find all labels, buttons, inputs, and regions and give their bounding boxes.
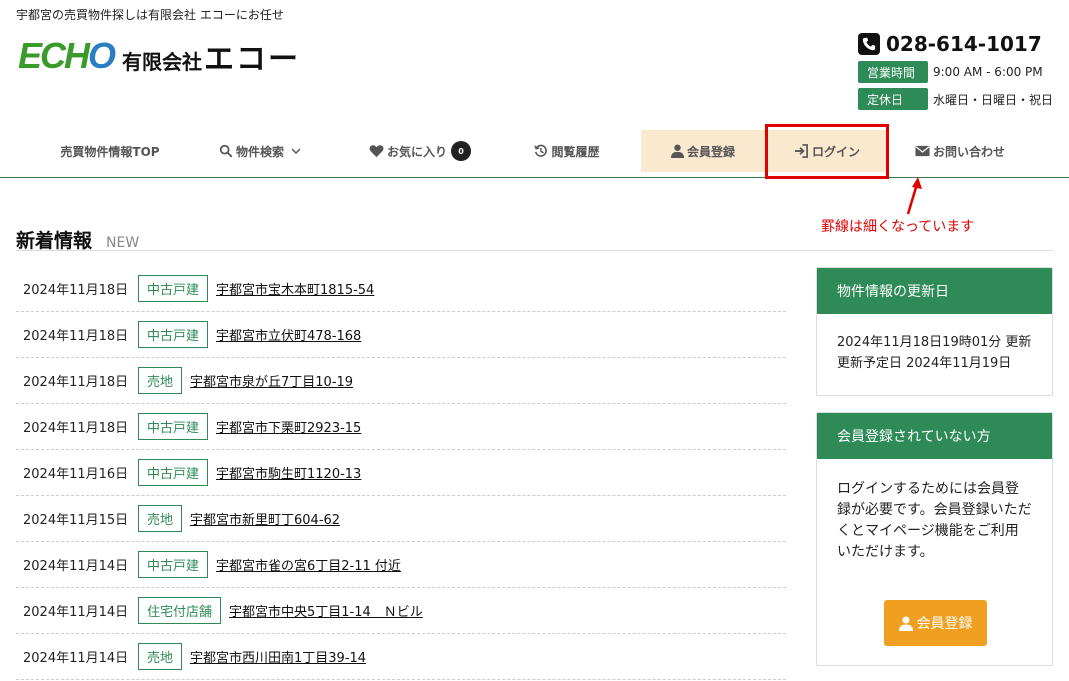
news-link[interactable]: 宇都宮市新里町丁604-62 bbox=[190, 509, 340, 528]
annotation-arrow-icon bbox=[906, 177, 922, 215]
member-info-box: 会員登録されていない方 ログインするためには会員登録が必要です。会員登録いただく… bbox=[816, 412, 1053, 666]
logo-company-type: 有限会社 bbox=[122, 50, 203, 74]
news-link[interactable]: 宇都宮市下栗町2923-15 bbox=[216, 417, 361, 436]
favorites-count-badge: 0 bbox=[451, 141, 471, 161]
news-category-tag: 中古戸建 bbox=[138, 321, 209, 348]
contact-info: 028-614-1017 営業時間 9:00 AM - 6:00 PM 定休日 … bbox=[858, 32, 1058, 110]
chevron-down-icon bbox=[291, 148, 301, 155]
news-category-tag: 中古戸建 bbox=[138, 413, 209, 440]
main-nav: 売買物件情報TOP 物件検索 お気に入り 0 閲覧履歴 会員登録 ログイン お問… bbox=[0, 130, 1069, 178]
news-category-tag: 売地 bbox=[138, 643, 183, 670]
history-icon bbox=[534, 144, 548, 157]
news-link[interactable]: 宇都宮市西川田南1丁目39-14 bbox=[190, 647, 366, 666]
news-date: 2024年11月14日 bbox=[23, 559, 129, 574]
holiday-value: 水曜日・日曜日・祝日 bbox=[933, 92, 1054, 107]
news-item: 2024年11月18日 中古戸建 宇都宮市下栗町2923-15 bbox=[16, 404, 786, 450]
news-list: 2024年11月18日 中古戸建 宇都宮市宝木本町1815-54 2024年11… bbox=[16, 266, 786, 680]
logo-mark: ECHO bbox=[18, 35, 116, 76]
company-logo[interactable]: ECHO 有限会社 エコー bbox=[18, 34, 300, 78]
login-icon bbox=[794, 144, 808, 158]
update-info-box: 物件情報の更新日 2024年11月18日19時01分 更新 更新予定日 2024… bbox=[816, 267, 1053, 396]
nav-contact[interactable]: お問い合わせ bbox=[895, 130, 1025, 172]
news-category-tag: 売地 bbox=[138, 367, 183, 394]
news-item: 2024年11月16日 中古戸建 宇都宮市駒生町1120-13 bbox=[16, 450, 786, 496]
news-item: 2024年11月14日 住宅付店舗 宇都宮市中央5丁目1-14 Ｎビル bbox=[16, 588, 786, 634]
next-update: 更新予定日 2024年11月19日 bbox=[837, 356, 1012, 371]
divider bbox=[16, 250, 1053, 251]
tagline: 宇都宮の売買物件探しは有限会社 エコーにお任せ bbox=[16, 8, 284, 22]
news-date: 2024年11月15日 bbox=[23, 513, 129, 528]
news-section-title: 新着情報 NEW bbox=[16, 230, 140, 252]
logo-company-name: エコー bbox=[204, 42, 301, 77]
member-info-text: ログインするためには会員登録が必要です。会員登録いただくとマイページ機能をご利用… bbox=[837, 481, 1032, 560]
search-icon bbox=[219, 144, 233, 158]
news-link[interactable]: 宇都宮市中央5丁目1-14 Ｎビル bbox=[229, 601, 423, 620]
nav-login[interactable]: ログイン bbox=[765, 130, 889, 172]
news-date: 2024年11月14日 bbox=[23, 651, 129, 666]
news-item: 2024年11月18日 中古戸建 宇都宮市宝木本町1815-54 bbox=[16, 266, 786, 312]
holiday-label: 定休日 bbox=[858, 88, 928, 110]
news-category-tag: 中古戸建 bbox=[138, 459, 209, 486]
news-link[interactable]: 宇都宮市駒生町1120-13 bbox=[216, 463, 361, 482]
news-category-tag: 中古戸建 bbox=[138, 551, 209, 578]
news-date: 2024年11月18日 bbox=[23, 375, 129, 390]
hours-label: 営業時間 bbox=[858, 61, 928, 83]
news-item: 2024年11月18日 売地 宇都宮市泉が丘7丁目10-19 bbox=[16, 358, 786, 404]
phone-number[interactable]: 028-614-1017 bbox=[858, 32, 1058, 56]
nav-member-register[interactable]: 会員登録 bbox=[641, 130, 765, 172]
news-date: 2024年11月18日 bbox=[23, 329, 129, 344]
news-link[interactable]: 宇都宮市雀の宮6丁目2-11 付近 bbox=[216, 555, 401, 574]
news-category-tag: 住宅付店舗 bbox=[138, 597, 222, 624]
news-item: 2024年11月14日 中古戸建 宇都宮市雀の宮6丁目2-11 付近 bbox=[16, 542, 786, 588]
news-category-tag: 売地 bbox=[138, 505, 183, 532]
heart-icon bbox=[369, 145, 384, 158]
nav-property-search[interactable]: 物件検索 bbox=[195, 130, 330, 172]
news-category-tag: 中古戸建 bbox=[138, 275, 209, 302]
news-item: 2024年11月18日 中古戸建 宇都宮市立伏町478-168 bbox=[16, 312, 786, 358]
news-date: 2024年11月16日 bbox=[23, 467, 129, 482]
nav-top[interactable]: 売買物件情報TOP bbox=[40, 130, 180, 172]
hours-value: 9:00 AM - 6:00 PM bbox=[933, 65, 1043, 79]
mail-icon bbox=[915, 145, 930, 157]
last-updated: 2024年11月18日19時01分 更新 bbox=[837, 335, 1032, 350]
user-icon bbox=[670, 144, 684, 158]
news-link[interactable]: 宇都宮市立伏町478-168 bbox=[216, 325, 361, 344]
update-info-title: 物件情報の更新日 bbox=[817, 268, 1052, 314]
nav-favorites[interactable]: お気に入り 0 bbox=[350, 130, 490, 172]
news-link[interactable]: 宇都宮市宝木本町1815-54 bbox=[216, 279, 374, 298]
news-link[interactable]: 宇都宮市泉が丘7丁目10-19 bbox=[190, 371, 353, 390]
news-item: 2024年11月15日 売地 宇都宮市新里町丁604-62 bbox=[16, 496, 786, 542]
news-item: 2024年11月14日 売地 宇都宮市西川田南1丁目39-14 bbox=[16, 634, 786, 680]
news-date: 2024年11月14日 bbox=[23, 605, 129, 620]
annotation-note: 罫線は細くなっています bbox=[821, 219, 975, 235]
phone-icon bbox=[858, 33, 880, 55]
member-register-button[interactable]: 会員登録 bbox=[884, 600, 987, 646]
news-date: 2024年11月18日 bbox=[23, 421, 129, 436]
nav-history[interactable]: 閲覧履歴 bbox=[497, 130, 637, 172]
member-info-title: 会員登録されていない方 bbox=[817, 413, 1052, 459]
news-date: 2024年11月18日 bbox=[23, 283, 129, 298]
user-icon bbox=[898, 616, 913, 631]
